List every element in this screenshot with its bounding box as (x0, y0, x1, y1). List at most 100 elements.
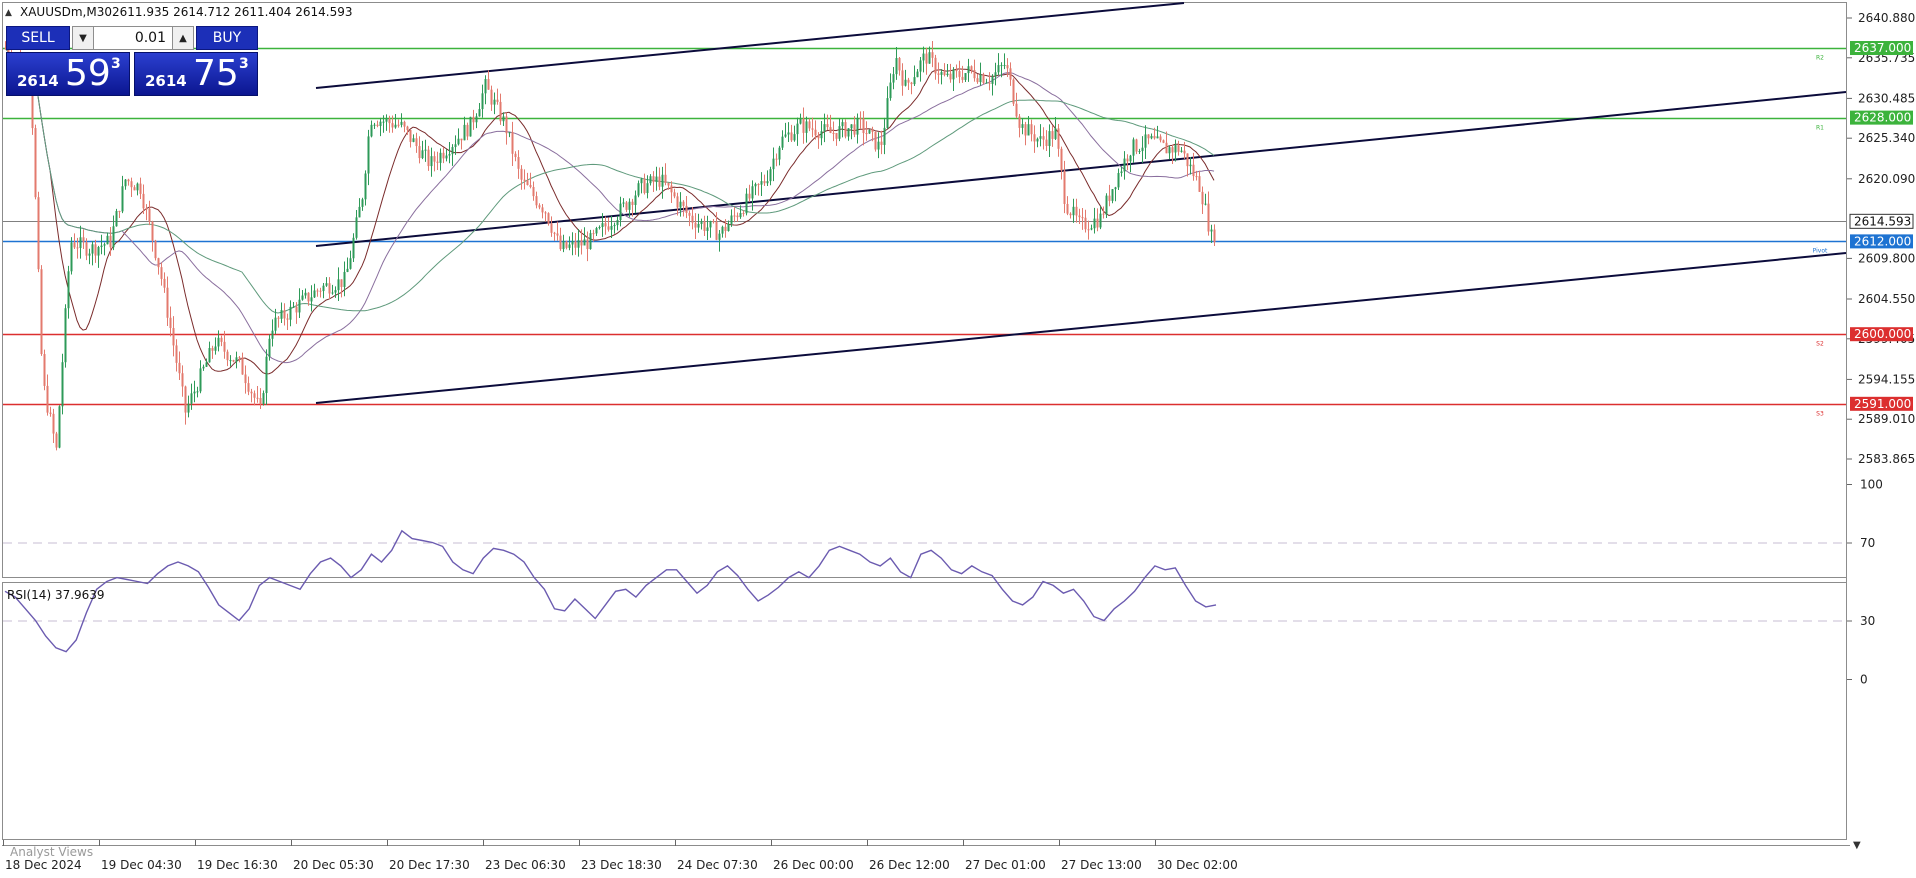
candle-body (313, 290, 316, 298)
candle-body (73, 242, 76, 248)
candle-body (1186, 153, 1189, 167)
candle-body (544, 212, 547, 214)
candle-body (1000, 65, 1003, 67)
candle-body (283, 310, 286, 319)
candle-body (85, 242, 88, 256)
channel-line-1[interactable] (315, 2, 1185, 89)
candle-body (325, 283, 328, 286)
candle-body (391, 123, 394, 128)
candle-body (166, 287, 169, 318)
sell-button[interactable]: SELL (6, 26, 70, 50)
candle-body (904, 79, 907, 86)
candle-body (1168, 147, 1171, 154)
candle-body (694, 222, 697, 228)
candle-body (988, 82, 991, 84)
chart-ohlc: 2611.935 2614.712 2611.404 2614.593 (112, 5, 352, 19)
candle-body (118, 211, 121, 213)
candle-body (1033, 134, 1036, 142)
candle-body (1192, 164, 1195, 177)
chart-canvas[interactable]: R2R1PivotS2S3 10070300 2640.8802635.7352… (0, 0, 1916, 874)
candle-body (403, 121, 406, 127)
candle-body (67, 271, 70, 309)
candle-body (133, 187, 136, 191)
candle-body (985, 82, 988, 84)
candle-body (1180, 150, 1183, 152)
candle-body (412, 138, 415, 142)
candle-body (841, 122, 844, 127)
candle-body (322, 285, 325, 292)
candle-body (436, 161, 439, 163)
candle-body (976, 78, 979, 83)
candle-body (568, 244, 571, 248)
candle-body (406, 126, 409, 131)
candle-body (184, 386, 187, 413)
candle-body (217, 337, 220, 347)
buy-button[interactable]: BUY (196, 26, 258, 50)
candle-body (703, 221, 706, 231)
candle-body (775, 158, 778, 160)
channel-line-3[interactable] (315, 252, 1847, 404)
candle-body (916, 71, 919, 78)
candle-body (295, 306, 298, 313)
candle-body (730, 215, 733, 224)
ask-price-prefix: 2614 (145, 72, 187, 90)
candle-body (1063, 170, 1066, 204)
candle-body (754, 184, 757, 187)
candle-body (667, 182, 670, 186)
header-collapse-icon[interactable]: ▲ (5, 8, 12, 18)
candle-body (901, 70, 904, 86)
candle-body (97, 247, 100, 256)
candle-body (271, 330, 274, 339)
candle-body (37, 197, 40, 270)
bid-price-box[interactable]: 2614 59 3 (6, 52, 130, 96)
candle-body (64, 308, 67, 363)
candle-body (931, 52, 934, 58)
candle-body (163, 278, 166, 288)
candle-body (847, 128, 850, 137)
candle-body (1057, 128, 1060, 149)
candle-body (1054, 128, 1057, 139)
lot-decrease-button[interactable]: ▼ (72, 26, 94, 50)
ask-price-box[interactable]: 2614 75 3 (134, 52, 258, 96)
candle-body (358, 206, 361, 218)
lot-size-input[interactable] (94, 26, 172, 50)
candle-body (235, 357, 238, 362)
candle-body (112, 226, 115, 248)
candle-body (1183, 150, 1186, 154)
candle-body (340, 279, 343, 287)
candle-body (424, 149, 427, 151)
analyst-views-tab[interactable]: Analyst Views (10, 845, 93, 859)
time-tick-label: 23 Dec 18:30 (581, 858, 662, 872)
time-tick-label: 27 Dec 13:00 (1061, 858, 1142, 872)
candle-body (463, 124, 466, 141)
candle-body (934, 57, 937, 74)
candle-body (1162, 140, 1165, 143)
price-tick-label: 2609.800 (1858, 251, 1915, 265)
candle-body (415, 138, 418, 147)
candle-body (139, 183, 142, 194)
candle-body (823, 124, 826, 132)
candle-body (154, 240, 157, 259)
candle-body (844, 122, 847, 137)
level-tag-s2: S2 (1816, 341, 1824, 348)
time-tick-label: 30 Dec 02:00 (1157, 858, 1238, 872)
candle-body (244, 374, 247, 384)
candle-body (541, 207, 544, 213)
candle-body (157, 258, 160, 268)
candle-body (1021, 124, 1024, 128)
chart-window[interactable]: R2 R1 Pivot S2 S3 100 70 30 0 2640.880 2635.735 2… (0, 0, 1916, 874)
candle-body (913, 77, 916, 85)
candle-body (127, 179, 130, 182)
lot-increase-button[interactable]: ▲ (172, 26, 194, 50)
candle-body (532, 186, 535, 197)
time-tick-label: 18 Dec 2024 (5, 858, 82, 872)
candle-body (811, 128, 814, 130)
candle-body (607, 226, 610, 230)
candle-body (856, 117, 859, 135)
channel-line-2[interactable] (315, 91, 1847, 247)
level-price-badge-label: 2600.000 (1854, 327, 1911, 341)
candle-body (1099, 213, 1102, 228)
bid-price-superscript: 3 (111, 56, 121, 72)
level-price-badge-label: 2628.000 (1854, 111, 1911, 125)
candle-body (310, 297, 313, 302)
